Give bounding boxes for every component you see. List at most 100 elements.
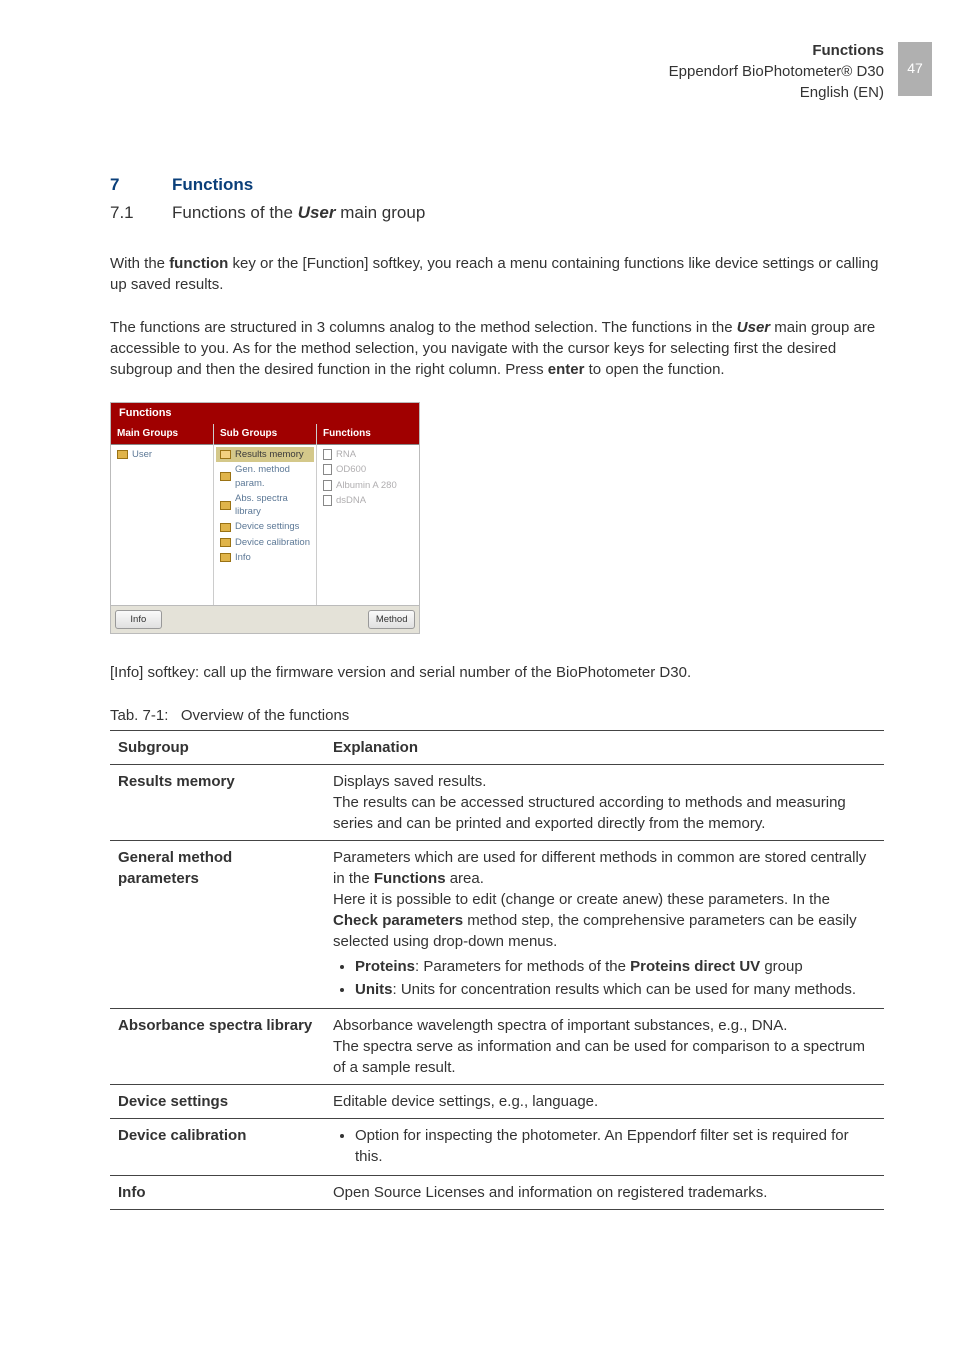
file-icon bbox=[323, 449, 332, 460]
list-item[interactable]: RNA bbox=[319, 447, 417, 462]
folder-icon bbox=[220, 553, 231, 562]
folder-icon bbox=[220, 538, 231, 547]
cell-subgroup: Device calibration bbox=[110, 1119, 325, 1176]
section-number: 7 bbox=[110, 173, 172, 197]
subsection-title-pre: Functions of the bbox=[172, 203, 298, 222]
list-item[interactable]: Device settings bbox=[216, 519, 314, 534]
table-header-row: Subgroup Explanation bbox=[110, 731, 884, 765]
text: : Units for concentration results which … bbox=[393, 981, 857, 998]
list-item[interactable]: Results memory bbox=[216, 447, 314, 462]
caption-text: Overview of the functions bbox=[181, 707, 349, 724]
text: Here it is possible to edit (change or c… bbox=[333, 891, 830, 908]
cell-explanation: Option for inspecting the photometer. An… bbox=[325, 1119, 884, 1176]
section-heading: 7 Functions bbox=[110, 173, 884, 197]
file-icon bbox=[323, 464, 332, 475]
caption-number: Tab. 7-1: bbox=[110, 707, 168, 724]
bullet-item: Option for inspecting the photometer. An… bbox=[355, 1125, 876, 1167]
file-icon bbox=[323, 495, 332, 506]
item-label: Device calibration bbox=[235, 536, 310, 549]
screen-col-functions: Functions RNA OD600 Albumin A 280 dsDNA bbox=[317, 424, 419, 605]
subsection-title: Functions of the User main group bbox=[172, 201, 425, 225]
item-label: Gen. method param. bbox=[235, 463, 310, 490]
screen-col-main-groups: Main Groups User bbox=[111, 424, 214, 605]
list-item[interactable]: Gen. method param. bbox=[216, 462, 314, 491]
table-row: Results memory Displays saved results. T… bbox=[110, 765, 884, 841]
paragraph-intro-2: The functions are structured in 3 column… bbox=[110, 317, 884, 380]
bullet-item: Proteins: Parameters for methods of the … bbox=[355, 956, 876, 977]
item-label: User bbox=[132, 448, 152, 461]
header-product: Eppendorf BioPhotometer® D30 bbox=[110, 61, 884, 82]
softkey-info[interactable]: Info bbox=[115, 610, 162, 629]
text: With the bbox=[110, 255, 169, 272]
table-row: Device settings Editable device settings… bbox=[110, 1085, 884, 1119]
header-lang: English (EN) bbox=[110, 82, 884, 103]
text: : Parameters for methods of the bbox=[415, 958, 630, 975]
bold-text: enter bbox=[548, 361, 585, 378]
page-header: Functions Eppendorf BioPhotometer® D30 E… bbox=[110, 40, 884, 103]
table-caption: Tab. 7-1: Overview of the functions bbox=[110, 705, 884, 726]
page-number-badge: 47 bbox=[898, 42, 932, 96]
table-row: Absorbance spectra library Absorbance wa… bbox=[110, 1009, 884, 1085]
item-label: Abs. spectra library bbox=[235, 492, 310, 519]
cell-explanation: Parameters which are used for different … bbox=[325, 841, 884, 1009]
paragraph-info-softkey: [Info] softkey: call up the firmware ver… bbox=[110, 662, 884, 683]
italic-text: User bbox=[737, 319, 770, 336]
cell-subgroup: Results memory bbox=[110, 765, 325, 841]
text: The results can be accessed structured a… bbox=[333, 794, 846, 832]
paragraph-intro-1: With the function key or the [Function] … bbox=[110, 253, 884, 295]
folder-icon bbox=[117, 450, 128, 459]
cell-subgroup: Info bbox=[110, 1176, 325, 1210]
text: group bbox=[760, 958, 803, 975]
table-row: General method parameters Parameters whi… bbox=[110, 841, 884, 1009]
file-icon bbox=[323, 480, 332, 491]
folder-icon bbox=[220, 501, 231, 510]
text: The functions are structured in 3 column… bbox=[110, 319, 737, 336]
item-label: dsDNA bbox=[336, 494, 366, 507]
softkey-method[interactable]: Method bbox=[368, 610, 415, 629]
bullet-item: Units: Units for concentration results w… bbox=[355, 979, 876, 1000]
cell-explanation: Displays saved results. The results can … bbox=[325, 765, 884, 841]
item-label: Results memory bbox=[235, 448, 304, 461]
bold-text: Functions bbox=[374, 870, 446, 887]
list-item[interactable]: Abs. spectra library bbox=[216, 491, 314, 520]
table-row: Info Open Source Licenses and informatio… bbox=[110, 1176, 884, 1210]
cell-subgroup: General method parameters bbox=[110, 841, 325, 1009]
text: area. bbox=[446, 870, 484, 887]
bold-text: Proteins bbox=[355, 958, 415, 975]
col-header-explanation: Explanation bbox=[325, 731, 884, 765]
subsection-number: 7.1 bbox=[110, 201, 172, 225]
bold-text: Units bbox=[355, 981, 393, 998]
header-title: Functions bbox=[110, 40, 884, 61]
column-header: Functions bbox=[317, 424, 419, 445]
text: Absorbance wavelength spectra of importa… bbox=[333, 1017, 787, 1034]
text: The spectra serve as information and can… bbox=[333, 1038, 865, 1076]
folder-icon bbox=[220, 472, 231, 481]
subsection-title-post: main group bbox=[336, 203, 426, 222]
bold-text: Proteins direct UV bbox=[630, 958, 760, 975]
list-item[interactable]: Device calibration bbox=[216, 535, 314, 550]
list-item[interactable]: User bbox=[113, 447, 211, 462]
device-screenshot: Functions Main Groups User Sub Groups Re… bbox=[110, 402, 420, 635]
list-item[interactable]: Info bbox=[216, 550, 314, 565]
list-item[interactable]: dsDNA bbox=[319, 493, 417, 508]
screen-col-sub-groups: Sub Groups Results memory Gen. method pa… bbox=[214, 424, 317, 605]
bold-text: function bbox=[169, 255, 228, 272]
item-label: Device settings bbox=[235, 520, 299, 533]
cell-subgroup: Device settings bbox=[110, 1085, 325, 1119]
subsection-title-italic: User bbox=[298, 203, 336, 222]
column-header: Main Groups bbox=[111, 424, 213, 445]
col-header-subgroup: Subgroup bbox=[110, 731, 325, 765]
functions-overview-table: Subgroup Explanation Results memory Disp… bbox=[110, 730, 884, 1210]
screen-titlebar: Functions bbox=[111, 403, 419, 424]
list-item[interactable]: Albumin A 280 bbox=[319, 478, 417, 493]
item-label: Info bbox=[235, 551, 251, 564]
cell-subgroup: Absorbance spectra library bbox=[110, 1009, 325, 1085]
item-label: Albumin A 280 bbox=[336, 479, 397, 492]
table-row: Device calibration Option for inspecting… bbox=[110, 1119, 884, 1176]
cell-explanation: Absorbance wavelength spectra of importa… bbox=[325, 1009, 884, 1085]
text: to open the function. bbox=[584, 361, 724, 378]
item-label: OD600 bbox=[336, 463, 366, 476]
folder-icon bbox=[220, 523, 231, 532]
list-item[interactable]: OD600 bbox=[319, 462, 417, 477]
bold-text: Check parameters bbox=[333, 912, 463, 929]
